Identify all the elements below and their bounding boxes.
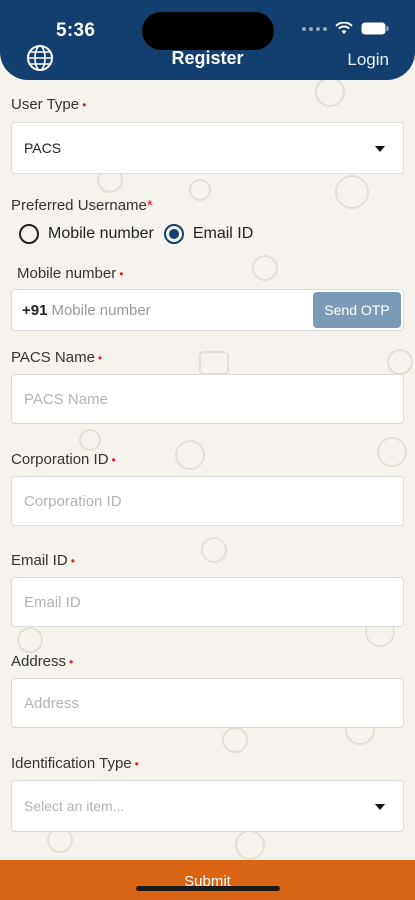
country-code: +91 bbox=[22, 301, 48, 319]
dynamic-island bbox=[142, 12, 274, 50]
preferred-username-label: Preferred Username* bbox=[11, 197, 153, 214]
email-id-input[interactable]: Email ID bbox=[11, 577, 404, 627]
submit-button[interactable]: Submit bbox=[0, 860, 415, 900]
radio-email-id[interactable] bbox=[163, 224, 184, 244]
mobile-number-field[interactable]: +91 Mobile number Send OTP bbox=[11, 289, 404, 331]
send-otp-button[interactable]: Send OTP bbox=[313, 292, 401, 328]
required-mark: • bbox=[134, 757, 139, 771]
login-link[interactable]: Login bbox=[347, 50, 389, 70]
dropdown-caret-icon bbox=[375, 804, 385, 810]
user-type-label: User Type • bbox=[11, 96, 87, 113]
app-header: 5:36 Register Login bbox=[0, 0, 415, 80]
radio-email-id-label[interactable]: Email ID bbox=[193, 225, 253, 243]
home-indicator bbox=[136, 886, 280, 891]
dropdown-caret-icon bbox=[375, 146, 385, 152]
required-mark: • bbox=[82, 98, 87, 112]
preferred-username-radios: Mobile number Email ID bbox=[19, 224, 263, 244]
required-star: * bbox=[146, 197, 153, 214]
mobile-number-label: Mobile number • bbox=[17, 265, 124, 282]
required-mark: • bbox=[97, 351, 103, 365]
email-id-label: Email ID • bbox=[11, 552, 75, 569]
radio-mobile-number-label[interactable]: Mobile number bbox=[48, 225, 154, 243]
pacs-name-input[interactable]: PACS Name bbox=[11, 374, 404, 424]
cellular-signal-icon bbox=[302, 26, 327, 31]
corporation-id-input[interactable]: Corporation ID bbox=[11, 476, 404, 526]
required-mark: • bbox=[69, 655, 74, 669]
required-mark: • bbox=[119, 267, 124, 281]
pacs-name-label: PACS Name • bbox=[11, 349, 103, 366]
address-input[interactable]: Address bbox=[11, 678, 404, 728]
radio-mobile-number[interactable] bbox=[19, 224, 39, 244]
battery-icon bbox=[361, 22, 389, 35]
identification-type-label: Identification Type • bbox=[11, 755, 139, 772]
identification-type-select[interactable]: Select an item... bbox=[11, 780, 404, 832]
wifi-icon bbox=[335, 22, 353, 34]
user-type-select[interactable]: PACS bbox=[11, 122, 404, 174]
mobile-number-input[interactable]: Mobile number bbox=[51, 302, 150, 319]
corporation-id-label: Corporation ID • bbox=[11, 451, 116, 468]
required-mark: • bbox=[111, 453, 116, 467]
status-icons bbox=[302, 22, 389, 35]
status-time: 5:36 bbox=[56, 20, 96, 41]
address-label: Address • bbox=[11, 653, 74, 670]
required-mark: • bbox=[70, 554, 75, 568]
